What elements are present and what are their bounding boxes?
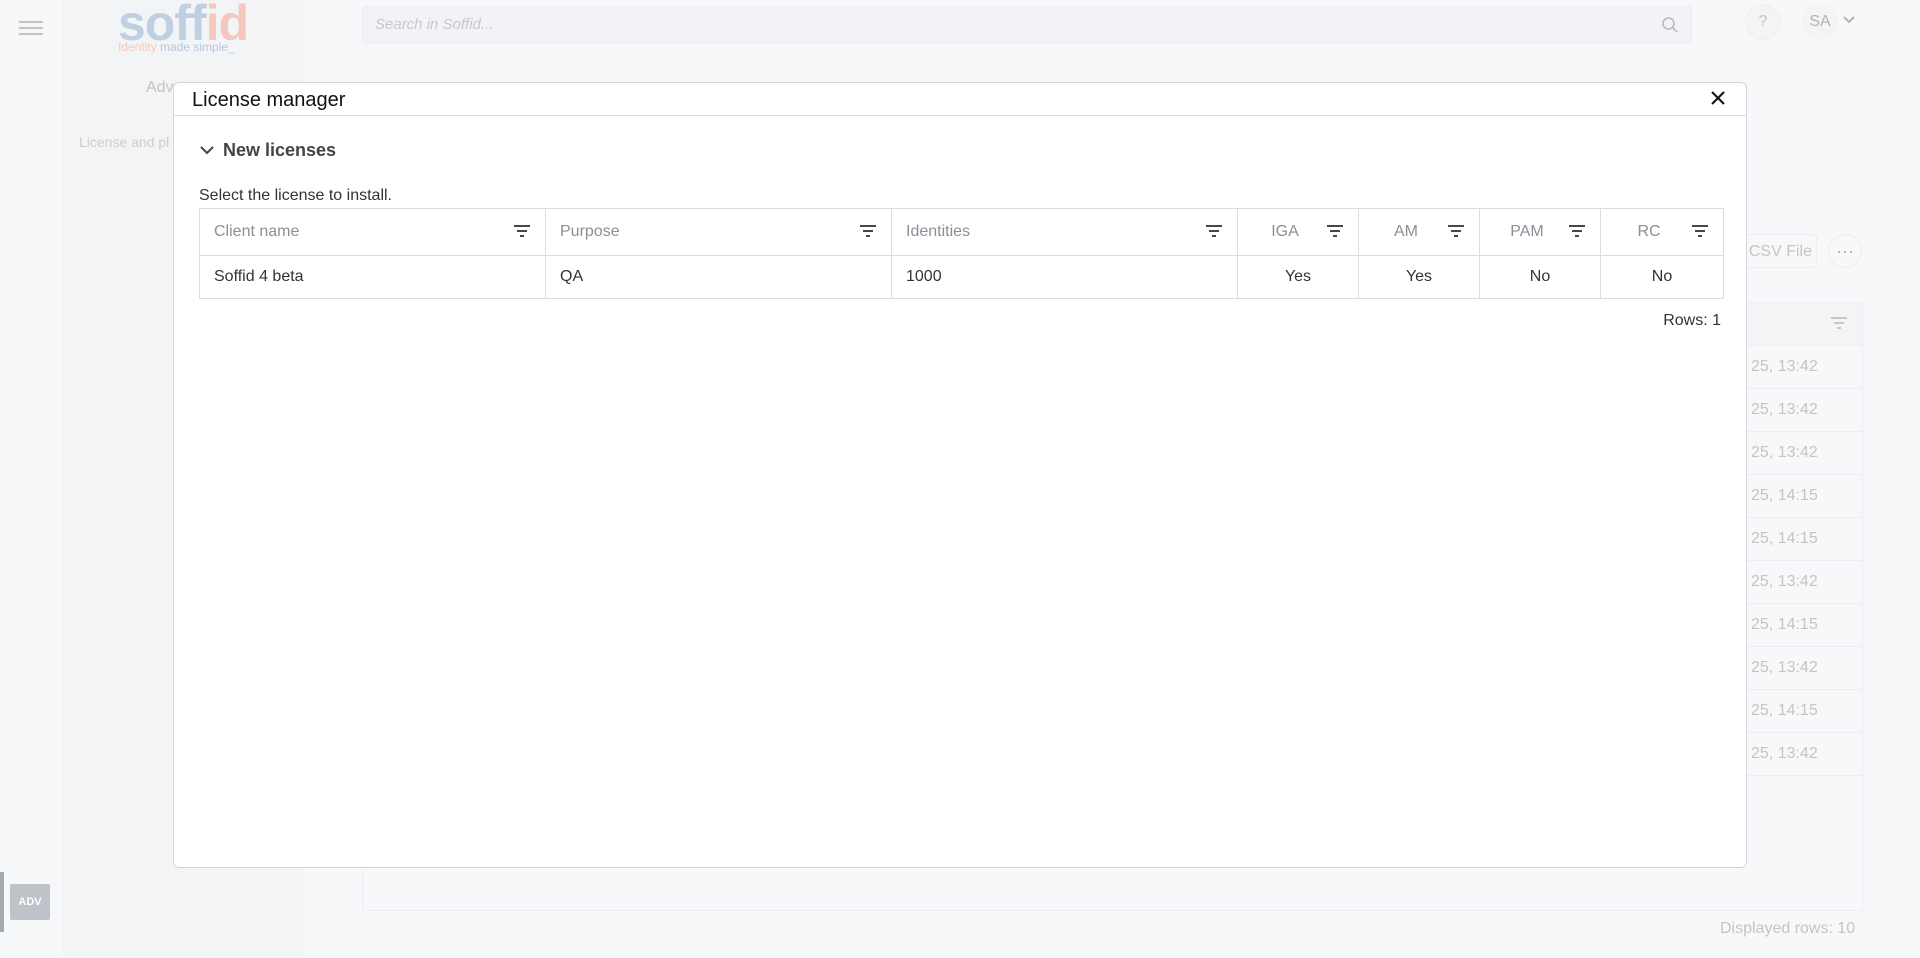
new-licenses-section-toggle[interactable]: New licenses <box>199 138 336 162</box>
cell-client-name: Soffid 4 beta <box>199 255 546 299</box>
column-label: Client name <box>214 223 300 240</box>
dialog-header: License manager <box>174 83 1746 116</box>
licenses-table: Client name Purpose Identities IGA AM PA… <box>199 208 1724 299</box>
column-header-pam[interactable]: PAM <box>1479 208 1601 256</box>
license-manager-dialog: License manager New licenses Select the … <box>173 82 1747 868</box>
table-row[interactable]: Soffid 4 beta QA 1000 Yes Yes No No <box>199 255 1724 299</box>
filter-icon[interactable] <box>859 223 877 239</box>
column-header-rc[interactable]: RC <box>1600 208 1724 256</box>
cell-pam: No <box>1479 255 1601 299</box>
cell-identities: 1000 <box>891 255 1238 299</box>
close-icon[interactable] <box>1710 90 1726 106</box>
column-label: PAM <box>1510 223 1544 240</box>
chevron-down-icon <box>200 146 214 155</box>
filter-icon[interactable] <box>1568 223 1586 239</box>
column-header-am[interactable]: AM <box>1358 208 1480 256</box>
column-header-iga[interactable]: IGA <box>1237 208 1359 256</box>
column-label: Identities <box>906 223 971 240</box>
filter-icon[interactable] <box>513 223 531 239</box>
column-header-identities[interactable]: Identities <box>891 208 1238 256</box>
filter-icon[interactable] <box>1691 223 1709 239</box>
filter-icon[interactable] <box>1205 223 1223 239</box>
cell-purpose: QA <box>545 255 892 299</box>
rows-count: Rows: 1 <box>1663 312 1721 329</box>
cell-am: Yes <box>1358 255 1480 299</box>
column-header-client-name[interactable]: Client name <box>199 208 546 256</box>
section-title: New licenses <box>223 139 337 160</box>
column-label: Purpose <box>560 223 620 240</box>
cell-rc: No <box>1600 255 1724 299</box>
instruction-text: Select the license to install. <box>199 187 392 204</box>
dialog-title: License manager <box>192 89 346 111</box>
cell-iga: Yes <box>1237 255 1359 299</box>
filter-icon[interactable] <box>1447 223 1465 239</box>
filter-icon[interactable] <box>1326 223 1344 239</box>
column-label: RC <box>1637 223 1661 240</box>
column-header-purpose[interactable]: Purpose <box>545 208 892 256</box>
column-label: AM <box>1394 223 1418 240</box>
column-label: IGA <box>1271 223 1299 240</box>
table-header-row: Client name Purpose Identities IGA AM PA… <box>199 208 1724 256</box>
